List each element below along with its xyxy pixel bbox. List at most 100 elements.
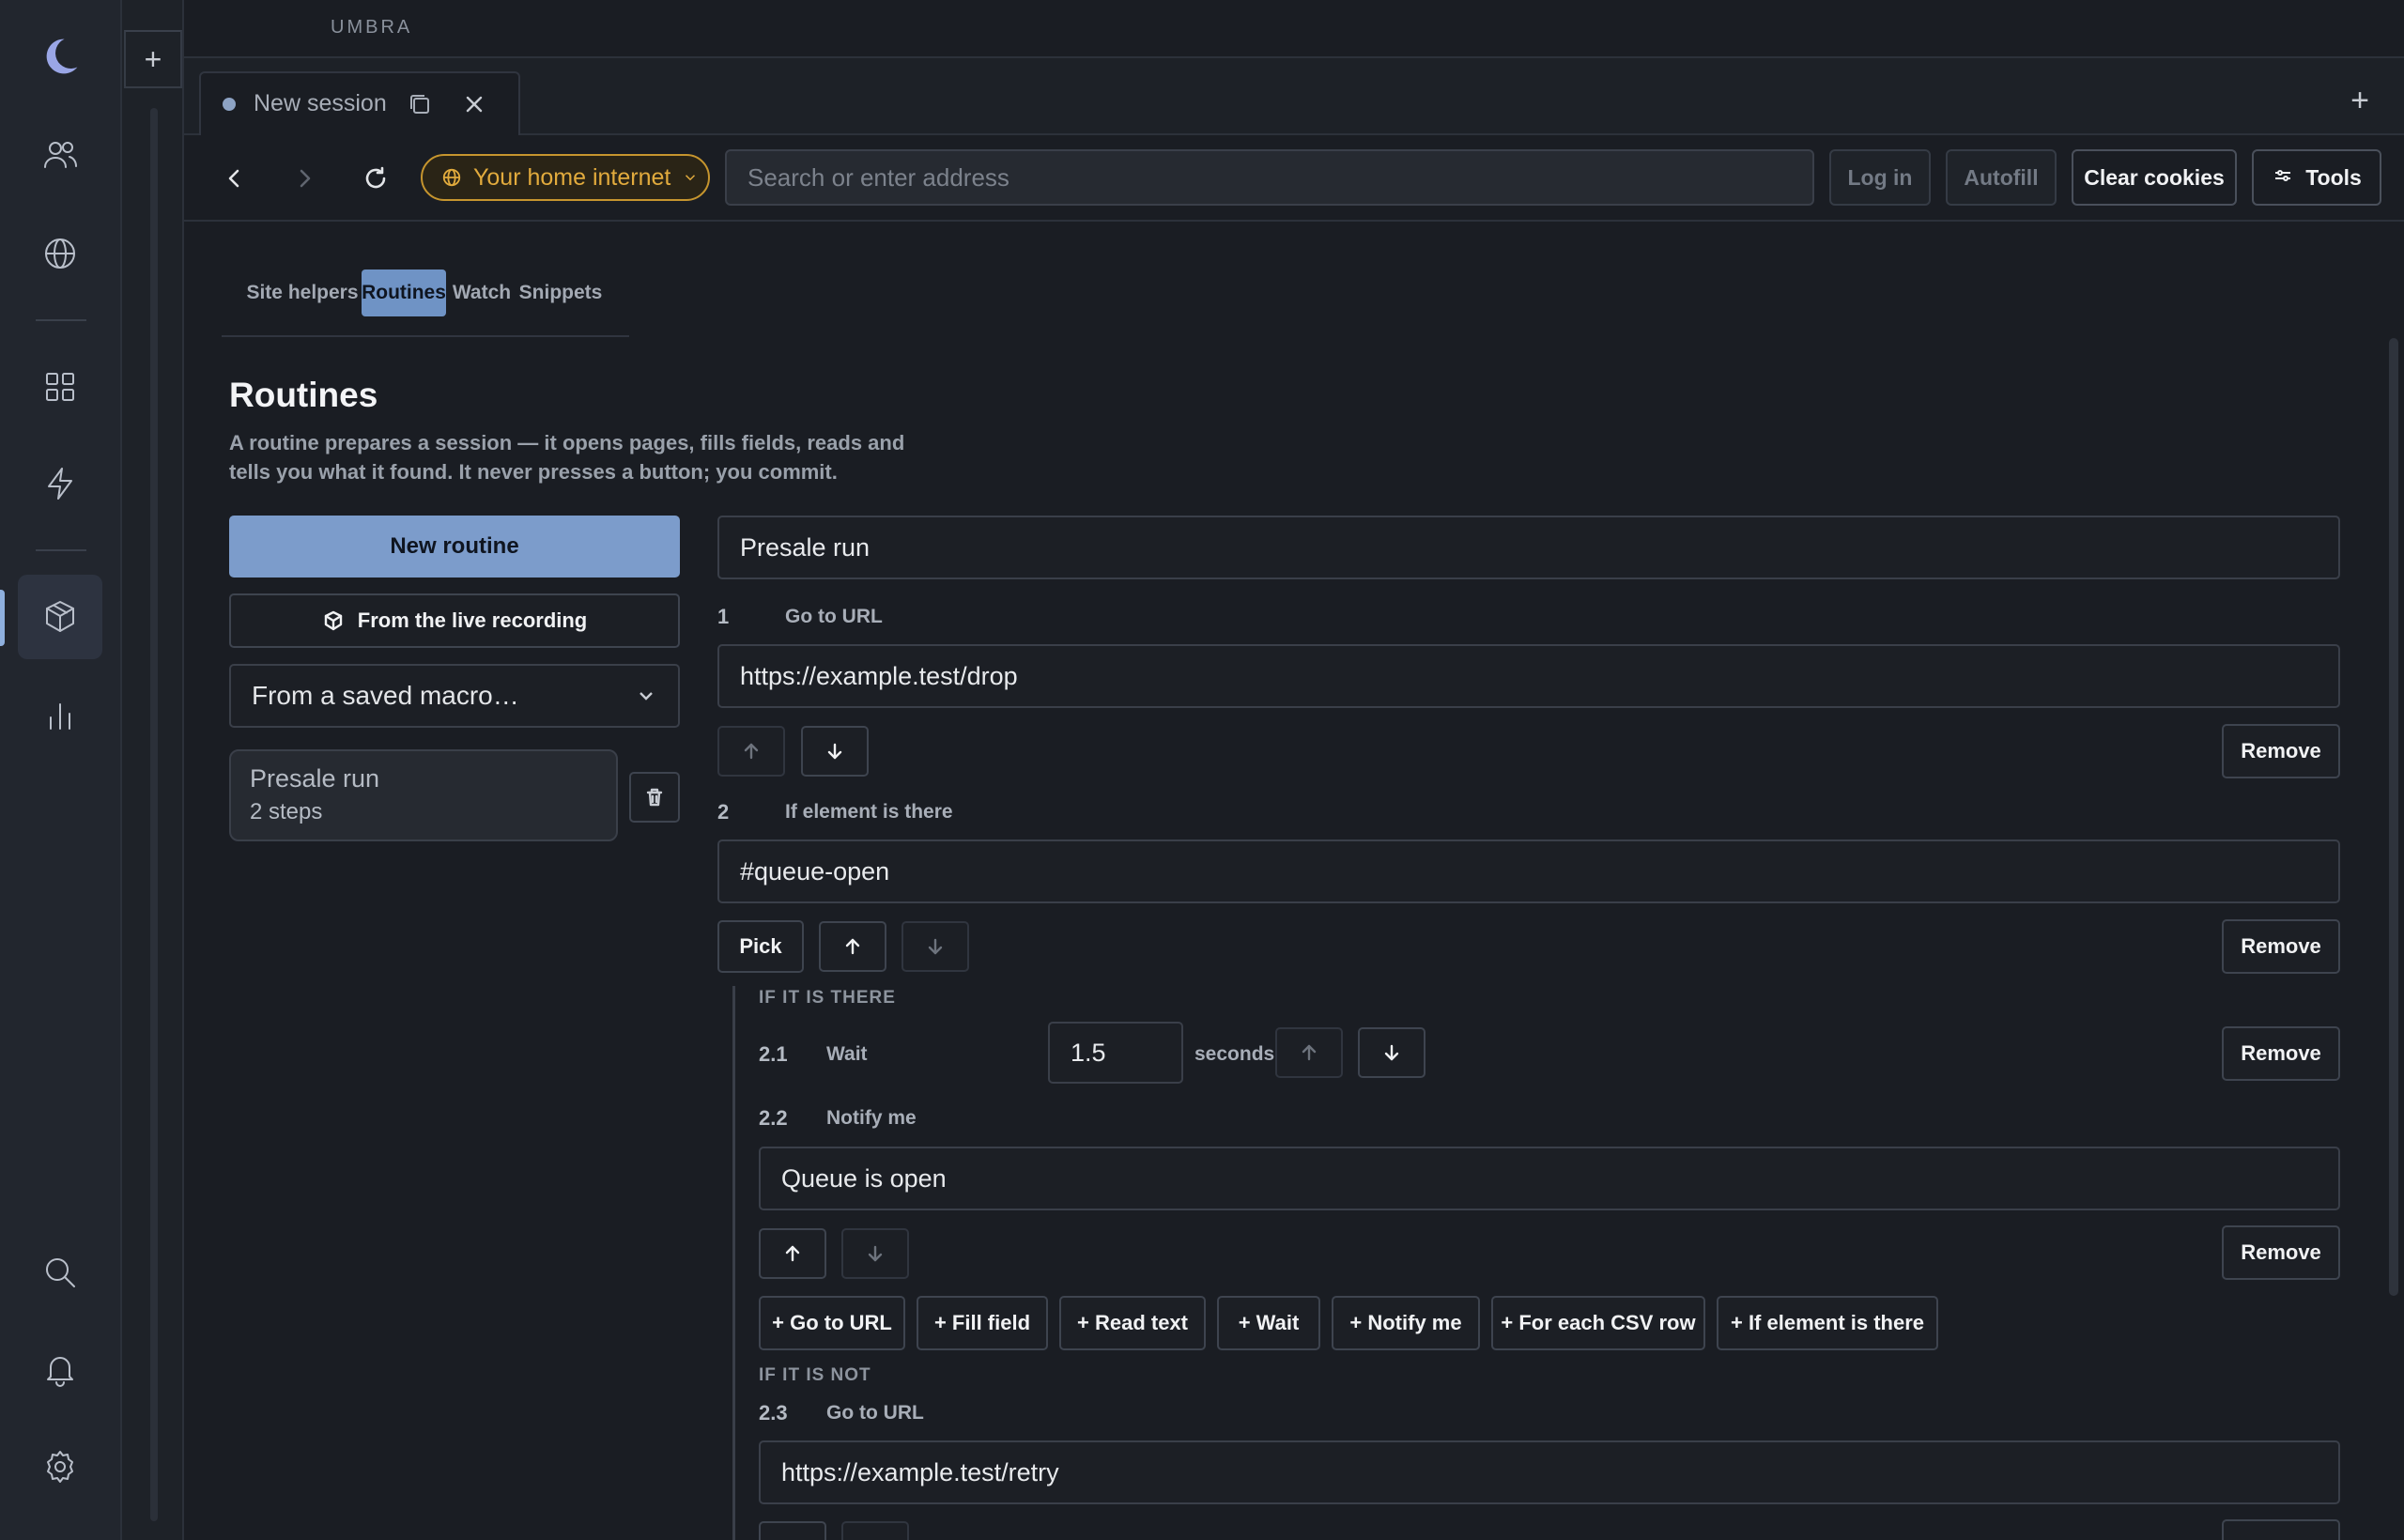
chevron-down-icon — [640, 692, 653, 701]
step-type-label: Wait — [826, 1043, 868, 1065]
arrow-up-icon — [1302, 1044, 1317, 1061]
step-type-label: Notify me — [826, 1107, 917, 1129]
tools-label: Tools — [2305, 164, 2362, 190]
sliders-icon — [2275, 170, 2291, 181]
bell-icon[interactable] — [18, 1327, 102, 1411]
rail-divider — [36, 319, 86, 321]
gear-icon[interactable] — [18, 1424, 102, 1509]
url-input[interactable]: https://example.test/retry — [759, 1440, 2340, 1504]
step-type-label: If element is there — [785, 801, 953, 823]
duplicate-tab-icon[interactable] — [406, 90, 434, 118]
network-label: Your home internet — [473, 163, 671, 191]
url-input[interactable]: https://example.test/drop — [717, 644, 2340, 708]
page-description: A routine prepares a session — it opens … — [229, 431, 905, 484]
subtab-site-helpers[interactable]: Site helpers — [246, 270, 359, 316]
grid-icon[interactable] — [18, 345, 102, 429]
remove-step-button[interactable]: Remove — [2222, 724, 2340, 778]
globe-icon — [442, 168, 461, 187]
move-up-button[interactable] — [759, 1521, 826, 1540]
arrow-up-icon — [785, 1245, 800, 1262]
step-number: 1 — [717, 605, 730, 628]
move-down-button[interactable] — [1358, 1027, 1425, 1078]
move-down-button[interactable] — [841, 1228, 909, 1279]
log-in-button[interactable]: Log in — [1829, 149, 1931, 206]
remove-step-button[interactable] — [2222, 1519, 2340, 1540]
from-live-recording-button[interactable]: From the live recording — [229, 593, 680, 648]
notify-message-input[interactable]: Queue is open — [759, 1147, 2340, 1210]
arrow-down-icon — [827, 743, 842, 760]
move-up-button[interactable] — [1275, 1027, 1343, 1078]
people-icon[interactable] — [18, 113, 102, 197]
subtab-watch[interactable]: Watch — [453, 270, 511, 316]
move-up-button[interactable] — [717, 726, 785, 777]
arrow-down-icon — [928, 938, 943, 955]
remove-step-button[interactable]: Remove — [2222, 1026, 2340, 1081]
step-number: 2.3 — [759, 1401, 788, 1424]
clear-cookies-button[interactable]: Clear cookies — [2072, 149, 2237, 206]
add-session-button[interactable]: + — [124, 30, 182, 88]
reload-button[interactable] — [355, 158, 396, 199]
move-down-button[interactable] — [841, 1521, 909, 1540]
routine-step-count: 2 steps — [250, 799, 323, 824]
pick-element-button[interactable]: Pick — [717, 920, 804, 973]
subtab-snippets[interactable]: Snippets — [518, 270, 603, 316]
tools-button[interactable]: Tools — [2252, 149, 2381, 206]
branch-else-label: IF IT IS NOT — [759, 1365, 871, 1385]
step-number: 2 — [717, 800, 730, 824]
step-number: 2.1 — [759, 1042, 788, 1066]
saved-macro-select-value: From a saved macro… — [252, 681, 519, 710]
wait-seconds-input[interactable]: 1.5 — [1048, 1022, 1183, 1084]
bar-chart-icon[interactable] — [18, 673, 102, 758]
main-scrollbar[interactable] — [2389, 338, 2398, 1296]
forward-button[interactable] — [284, 158, 325, 199]
selector-input[interactable]: #queue-open — [717, 839, 2340, 903]
arrow-up-icon — [845, 938, 860, 955]
move-up-button[interactable] — [759, 1228, 826, 1279]
new-tab-button[interactable]: + — [2342, 83, 2378, 118]
tab-title[interactable]: New session — [254, 90, 387, 117]
subtab-routines[interactable]: Routines — [362, 270, 446, 316]
subtab-divider — [222, 335, 629, 337]
autofill-button[interactable]: Autofill — [1946, 149, 2057, 206]
bolt-icon[interactable] — [18, 441, 102, 526]
saved-macro-select[interactable]: From a saved macro… — [229, 664, 680, 728]
moon-logo-icon[interactable] — [18, 14, 102, 99]
add-notify-me-button[interactable]: + Notify me — [1332, 1296, 1480, 1350]
delete-routine-button[interactable] — [629, 772, 680, 823]
left-rail — [0, 0, 122, 1540]
add-wait-button[interactable]: + Wait — [1217, 1296, 1320, 1350]
cube-icon[interactable] — [18, 575, 102, 659]
network-selector[interactable]: Your home internet — [421, 154, 710, 201]
from-live-recording-label: From the live recording — [357, 608, 588, 632]
routine-list-item[interactable]: Presale run 2 steps — [229, 749, 618, 841]
add-read-text-button[interactable]: + Read text — [1059, 1296, 1206, 1350]
new-routine-button[interactable]: New routine — [229, 516, 680, 578]
move-down-button[interactable] — [801, 726, 869, 777]
branch-then-label: IF IT IS THERE — [759, 988, 896, 1008]
remove-step-button[interactable]: Remove — [2222, 919, 2340, 974]
close-tab-icon[interactable] — [460, 90, 488, 118]
add-go-to-url-button[interactable]: + Go to URL — [759, 1296, 905, 1350]
add-for-each-csv-row-button[interactable]: + For each CSV row — [1491, 1296, 1705, 1350]
step-type-label: Go to URL — [826, 1402, 924, 1424]
seconds-unit-label: seconds — [1194, 1043, 1275, 1065]
globe-icon[interactable] — [18, 211, 102, 296]
step-number: 2.2 — [759, 1106, 788, 1130]
move-down-button[interactable] — [902, 921, 969, 972]
add-fill-field-button[interactable]: + Fill field — [917, 1296, 1048, 1350]
search-icon[interactable] — [18, 1230, 102, 1315]
step-type-label: Go to URL — [785, 606, 883, 627]
address-input[interactable] — [725, 149, 1814, 206]
remove-step-button[interactable]: Remove — [2222, 1225, 2340, 1280]
arrow-up-icon — [744, 743, 759, 760]
add-if-element-is-there-button[interactable]: + If element is there — [1717, 1296, 1938, 1350]
rail-divider — [36, 549, 86, 551]
move-up-button[interactable] — [819, 921, 886, 972]
branch-indent-bar — [732, 986, 735, 1540]
arrow-down-icon — [1384, 1044, 1399, 1061]
session-column-scrollbar[interactable] — [150, 108, 158, 1521]
back-button[interactable] — [214, 158, 255, 199]
arrow-down-icon — [868, 1245, 883, 1262]
routine-name-input[interactable]: Presale run — [717, 516, 2340, 579]
cube-icon — [324, 610, 342, 631]
